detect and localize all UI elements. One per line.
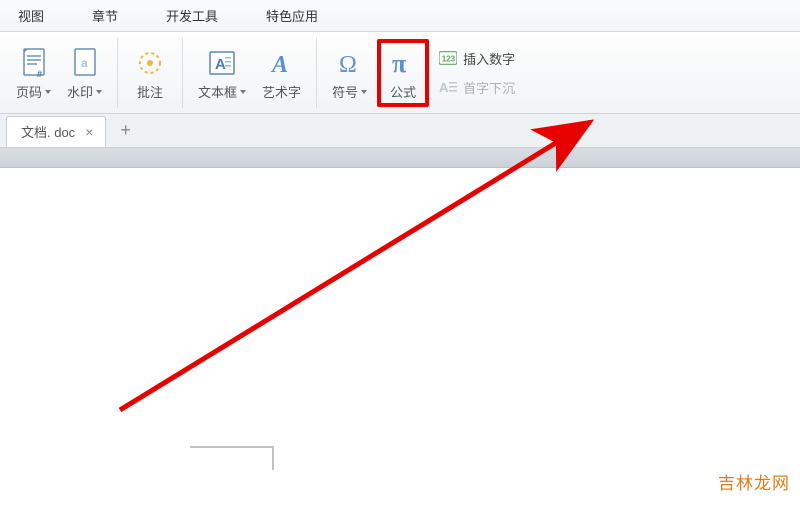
ruler bbox=[0, 148, 800, 168]
wordart-label: 艺术字 bbox=[262, 82, 301, 101]
formula-label: 公式 bbox=[390, 82, 416, 101]
comment-button[interactable]: 批注 bbox=[127, 43, 173, 103]
svg-text:123: 123 bbox=[442, 55, 456, 64]
drop-cap-label: 首字下沉 bbox=[463, 78, 515, 97]
separator bbox=[182, 38, 183, 108]
insert-number-button[interactable]: 123 插入数字 bbox=[439, 49, 515, 68]
ribbon-group-text: A 文本框 A 艺术字 bbox=[186, 32, 313, 113]
formula-button[interactable]: π 公式 bbox=[377, 39, 429, 107]
separator bbox=[117, 38, 118, 108]
wordart-icon: A bbox=[266, 47, 298, 79]
comment-icon bbox=[134, 47, 166, 79]
ribbon-group-comment: 批注 bbox=[121, 32, 179, 113]
ribbon: # 页码 a 水印 bbox=[0, 32, 800, 114]
svg-text:a: a bbox=[81, 56, 88, 70]
comment-label: 批注 bbox=[137, 82, 163, 101]
omega-icon: Ω bbox=[334, 47, 366, 79]
dropdown-arrow-icon bbox=[45, 90, 51, 94]
dropdown-arrow-icon bbox=[96, 90, 102, 94]
page-watermark: 吉林龙网 bbox=[718, 469, 790, 494]
insert-number-label: 插入数字 bbox=[463, 49, 515, 68]
ribbon-group-symbol: Ω 符号 π 公式 bbox=[320, 32, 435, 113]
menu-bar: 视图 章节 开发工具 特色应用 bbox=[0, 0, 800, 32]
textbox-icon: A bbox=[206, 47, 238, 79]
page-number-text: 页码 bbox=[16, 82, 42, 101]
pi-icon: π bbox=[387, 47, 419, 79]
symbol-label: 符号 bbox=[332, 82, 367, 101]
menu-special[interactable]: 特色应用 bbox=[266, 6, 318, 25]
comment-text: 批注 bbox=[137, 82, 163, 101]
textbox-text: 文本框 bbox=[198, 82, 237, 101]
textbox-label: 文本框 bbox=[198, 82, 246, 101]
wordart-text: 艺术字 bbox=[262, 82, 301, 101]
close-icon[interactable]: × bbox=[85, 124, 93, 140]
page-corner bbox=[190, 446, 274, 470]
menu-chapter[interactable]: 章节 bbox=[92, 6, 118, 25]
tab-strip: 文档. doc × + bbox=[0, 114, 800, 148]
svg-text:A: A bbox=[215, 56, 226, 73]
formula-text: 公式 bbox=[390, 82, 416, 101]
watermark-icon: a bbox=[69, 47, 101, 79]
watermark-button[interactable]: a 水印 bbox=[61, 43, 108, 103]
tab-label: 文档. doc bbox=[21, 122, 75, 141]
wordart-button[interactable]: A 艺术字 bbox=[256, 43, 307, 103]
svg-text:#: # bbox=[37, 69, 42, 79]
svg-text:A: A bbox=[270, 52, 288, 78]
menu-devtools[interactable]: 开发工具 bbox=[166, 6, 218, 25]
watermark-text: 水印 bbox=[67, 82, 93, 101]
svg-text:Ω: Ω bbox=[339, 52, 357, 78]
add-tab-button[interactable]: + bbox=[120, 120, 131, 141]
svg-text:π: π bbox=[392, 49, 406, 78]
menu-view[interactable]: 视图 bbox=[18, 6, 44, 25]
drop-cap-icon: A bbox=[439, 79, 457, 95]
page-number-label: 页码 bbox=[16, 82, 51, 101]
textbox-button[interactable]: A 文本框 bbox=[192, 43, 252, 103]
symbol-text: 符号 bbox=[332, 82, 358, 101]
dropdown-arrow-icon bbox=[240, 90, 246, 94]
ribbon-group-page: # 页码 a 水印 bbox=[4, 32, 114, 113]
dropdown-arrow-icon bbox=[361, 90, 367, 94]
svg-text:A: A bbox=[439, 80, 449, 94]
document-tab[interactable]: 文档. doc × bbox=[6, 116, 106, 147]
ribbon-right-commands: 123 插入数字 A 首字下沉 bbox=[435, 32, 519, 113]
drop-cap-button[interactable]: A 首字下沉 bbox=[439, 78, 515, 97]
document-area[interactable] bbox=[0, 168, 800, 508]
watermark-label: 水印 bbox=[67, 82, 102, 101]
symbol-button[interactable]: Ω 符号 bbox=[326, 43, 373, 103]
insert-number-icon: 123 bbox=[439, 50, 457, 66]
page-number-button[interactable]: # 页码 bbox=[10, 43, 57, 103]
page-number-icon: # bbox=[18, 47, 50, 79]
separator bbox=[316, 38, 317, 108]
